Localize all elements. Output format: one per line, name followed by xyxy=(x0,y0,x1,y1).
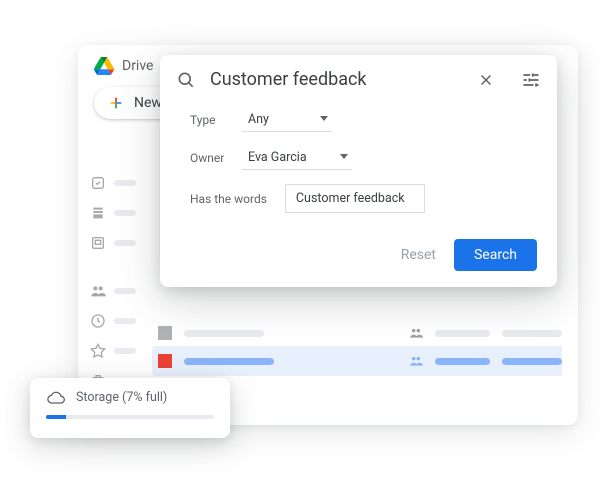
filter-type-row: Type Any xyxy=(190,108,533,132)
owner-select[interactable]: Eva Garcia xyxy=(242,146,352,170)
sidebar-item[interactable] xyxy=(90,205,136,221)
my-drive-icon xyxy=(90,205,106,221)
sidebar-item[interactable] xyxy=(90,235,136,251)
storage-card[interactable]: Storage (7% full) xyxy=(30,378,230,438)
file-row[interactable] xyxy=(158,320,562,346)
search-icon xyxy=(176,70,196,90)
placeholder-bar xyxy=(502,330,562,337)
search-panel: Customer feedback Type Any Owner Eva Gar… xyxy=(160,55,557,287)
owner-label: Owner xyxy=(190,151,242,165)
placeholder-bar xyxy=(435,358,490,365)
shared-icon xyxy=(409,354,423,368)
recent-icon xyxy=(90,313,106,329)
storage-top: Storage (7% full) xyxy=(46,390,214,405)
sidebar-item[interactable] xyxy=(90,313,136,329)
contact-icon xyxy=(158,326,172,340)
image-icon xyxy=(158,354,172,368)
app-title: Drive xyxy=(122,58,153,74)
drive-logo-icon xyxy=(94,57,114,75)
close-icon[interactable] xyxy=(477,71,495,89)
shared-icon xyxy=(90,283,106,299)
sidebar-item[interactable] xyxy=(90,175,136,191)
search-input[interactable]: Customer feedback xyxy=(210,69,463,90)
search-header: Customer feedback xyxy=(160,55,557,104)
placeholder-bar xyxy=(184,330,264,337)
chevron-down-icon xyxy=(320,116,328,121)
placeholder-bar xyxy=(114,348,136,354)
storage-progress-track xyxy=(46,415,214,419)
tune-icon[interactable] xyxy=(521,70,541,90)
starred-icon xyxy=(90,343,106,359)
plus-icon xyxy=(108,95,124,111)
search-button[interactable]: Search xyxy=(454,239,537,271)
sidebar-item[interactable] xyxy=(90,283,136,299)
has-the-words-label: Has the words xyxy=(190,192,267,206)
priority-icon xyxy=(90,175,106,191)
sidebar xyxy=(88,175,138,389)
chevron-down-icon xyxy=(340,154,348,159)
placeholder-bar xyxy=(435,330,490,337)
new-button-label: New xyxy=(134,95,162,111)
sidebar-item[interactable] xyxy=(90,343,136,359)
cloud-icon xyxy=(46,391,66,405)
file-row-selected[interactable] xyxy=(152,346,562,376)
type-label: Type xyxy=(190,113,242,127)
shared-icon xyxy=(409,326,423,340)
filter-htw-row: Has the words Customer feedback xyxy=(190,184,533,213)
search-filters: Type Any Owner Eva Garcia Has the words … xyxy=(160,104,557,239)
file-list xyxy=(158,320,562,376)
storage-progress-fill xyxy=(46,415,66,419)
storage-label: Storage (7% full) xyxy=(76,390,167,405)
search-actions: Reset Search xyxy=(160,239,557,271)
computers-icon xyxy=(90,235,106,251)
placeholder-bar xyxy=(114,288,136,294)
has-the-words-input[interactable]: Customer feedback xyxy=(285,184,425,213)
placeholder-bar xyxy=(114,210,136,216)
placeholder-bar xyxy=(114,318,136,324)
filter-owner-row: Owner Eva Garcia xyxy=(190,146,533,170)
placeholder-bar xyxy=(184,358,274,365)
placeholder-bar xyxy=(502,358,562,365)
type-value: Any xyxy=(248,112,269,127)
placeholder-bar xyxy=(114,180,136,186)
reset-button[interactable]: Reset xyxy=(401,247,436,263)
placeholder-bar xyxy=(114,240,136,246)
type-select[interactable]: Any xyxy=(242,108,332,132)
owner-value: Eva Garcia xyxy=(248,150,307,165)
